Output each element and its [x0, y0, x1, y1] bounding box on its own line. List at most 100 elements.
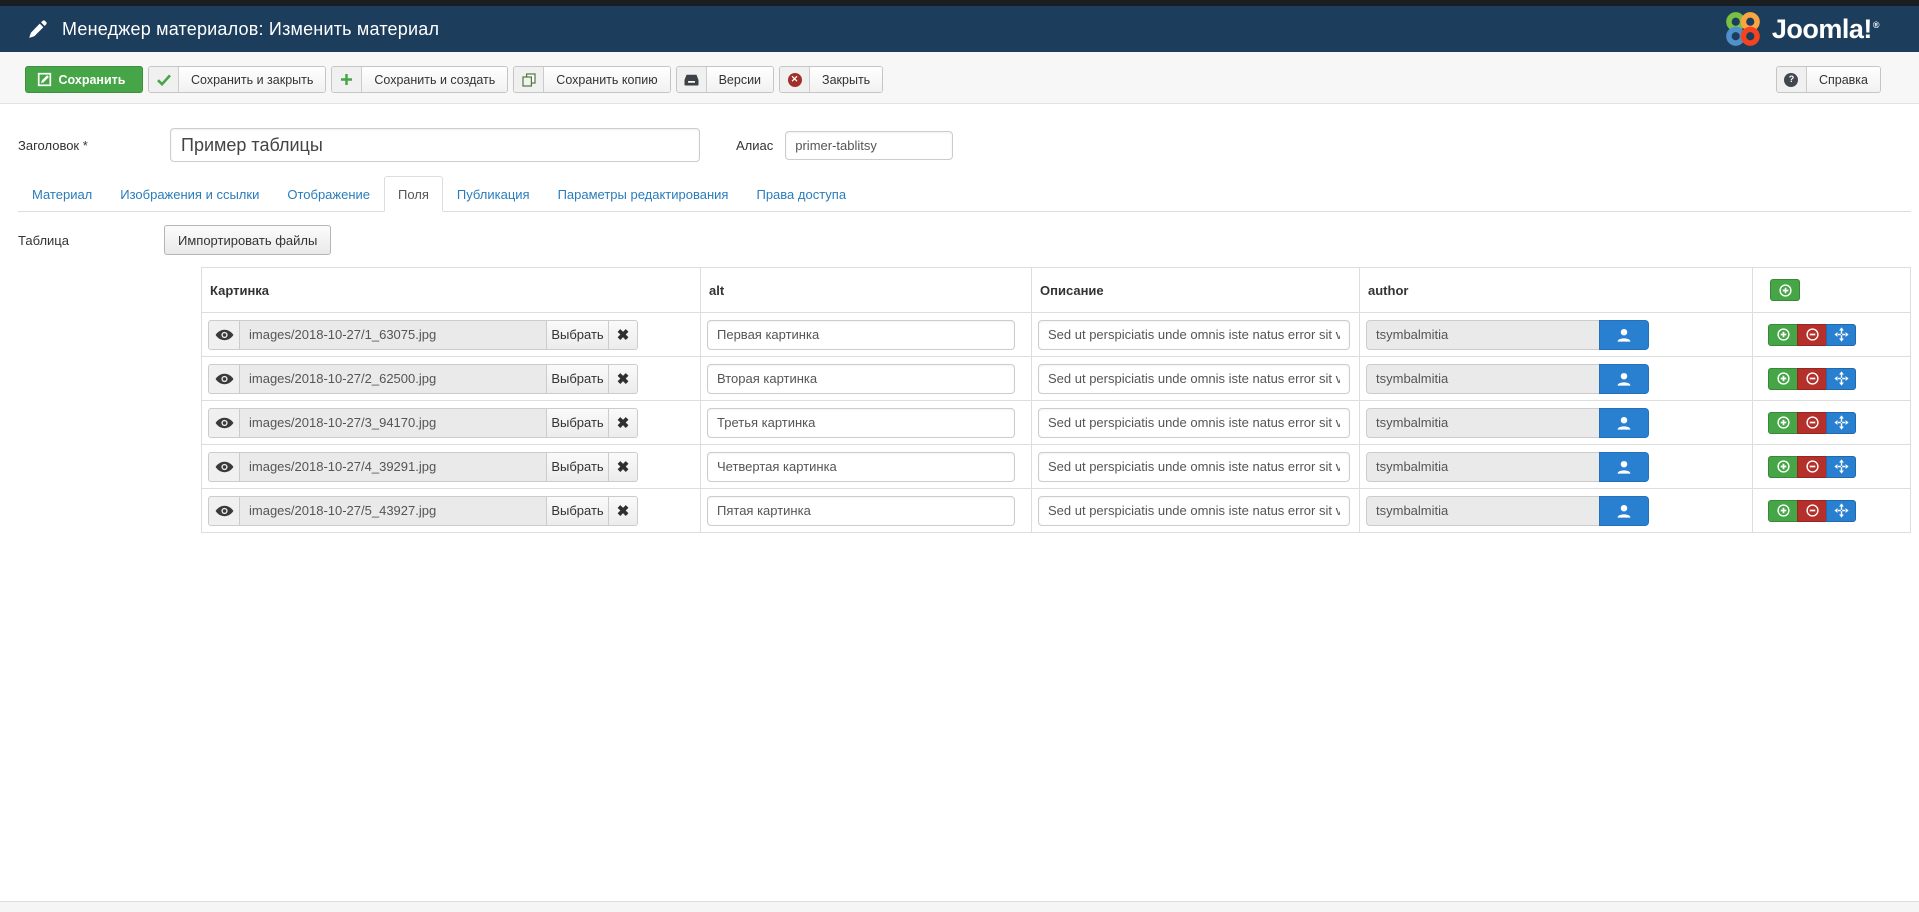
choose-image-button[interactable]: Выбрать	[546, 320, 609, 350]
add-row-button[interactable]	[1768, 412, 1798, 434]
versions-icon	[677, 67, 707, 92]
table-field-main: Импортировать файлы КартинкаaltОписаниеa…	[164, 225, 1911, 533]
pencil-icon	[28, 20, 47, 39]
preview-eye-button[interactable]	[208, 408, 240, 438]
move-row-handle[interactable]	[1826, 412, 1856, 434]
save-copy-button[interactable]: Сохранить копию	[513, 66, 670, 93]
joomla-logo: Joomla!®	[1723, 9, 1879, 49]
alt-input[interactable]	[707, 452, 1015, 482]
close-button[interactable]: ✕ Закрыть	[779, 66, 883, 93]
clear-image-button[interactable]: ✖	[608, 364, 638, 394]
title-label: Заголовок *	[18, 138, 147, 153]
versions-button[interactable]: Версии	[676, 66, 774, 93]
select-user-button[interactable]	[1599, 496, 1649, 526]
footer-strip	[0, 901, 1919, 912]
description-input[interactable]	[1038, 452, 1350, 482]
preview-eye-button[interactable]	[208, 364, 240, 394]
tab-7[interactable]: Права доступа	[742, 176, 860, 212]
image-path-input[interactable]	[239, 452, 547, 482]
save-button[interactable]: Сохранить	[25, 66, 143, 93]
select-user-button[interactable]	[1599, 452, 1649, 482]
move-row-handle[interactable]	[1826, 324, 1856, 346]
move-row-handle[interactable]	[1826, 456, 1856, 478]
column-header: Картинка	[202, 268, 701, 313]
save-close-button[interactable]: Сохранить и закрыть	[148, 66, 326, 93]
author-input[interactable]	[1366, 364, 1600, 394]
preview-eye-button[interactable]	[208, 452, 240, 482]
column-header: Описание	[1032, 268, 1360, 313]
page-title: Менеджер материалов: Изменить материал	[62, 19, 439, 40]
image-path-input[interactable]	[239, 364, 547, 394]
alias-input[interactable]	[785, 131, 953, 160]
description-input[interactable]	[1038, 408, 1350, 438]
alt-input[interactable]	[707, 364, 1015, 394]
subform-header-row: КартинкаaltОписаниеauthor	[202, 268, 1911, 313]
alt-cell	[701, 357, 1032, 401]
choose-image-button[interactable]: Выбрать	[546, 452, 609, 482]
alt-input[interactable]	[707, 496, 1015, 526]
save-new-button[interactable]: Сохранить и создать	[331, 66, 508, 93]
image-path-input[interactable]	[239, 496, 547, 526]
tab-2[interactable]: Изображения и ссылки	[106, 176, 273, 212]
remove-row-button[interactable]	[1797, 412, 1827, 434]
select-user-button[interactable]	[1599, 408, 1649, 438]
eye-icon	[215, 461, 234, 473]
image-cell: Выбрать ✖	[202, 401, 701, 445]
clear-image-button[interactable]: ✖	[608, 452, 638, 482]
clear-image-button[interactable]: ✖	[608, 496, 638, 526]
eye-icon	[215, 373, 234, 385]
alt-input[interactable]	[707, 408, 1015, 438]
remove-row-button[interactable]	[1797, 368, 1827, 390]
tab-5[interactable]: Публикация	[443, 176, 544, 212]
add-row-button[interactable]	[1770, 279, 1800, 301]
description-input[interactable]	[1038, 320, 1350, 350]
select-user-button[interactable]	[1599, 364, 1649, 394]
alt-cell	[701, 401, 1032, 445]
title-input[interactable]	[170, 128, 700, 162]
choose-image-button[interactable]: Выбрать	[546, 408, 609, 438]
clear-image-button[interactable]: ✖	[608, 320, 638, 350]
add-row-button[interactable]	[1768, 500, 1798, 522]
help-button[interactable]: ? Справка	[1776, 66, 1881, 93]
image-path-input[interactable]	[239, 408, 547, 438]
choose-image-button[interactable]: Выбрать	[546, 496, 609, 526]
preview-eye-button[interactable]	[208, 320, 240, 350]
clear-image-button[interactable]: ✖	[608, 408, 638, 438]
alt-input[interactable]	[707, 320, 1015, 350]
author-cell	[1360, 445, 1753, 489]
user-icon	[1616, 328, 1632, 342]
remove-row-button[interactable]	[1797, 456, 1827, 478]
description-cell	[1032, 445, 1360, 489]
select-user-button[interactable]	[1599, 320, 1649, 350]
tab-1[interactable]: Материал	[18, 176, 106, 212]
move-row-handle[interactable]	[1826, 368, 1856, 390]
choose-image-button[interactable]: Выбрать	[546, 364, 609, 394]
author-input[interactable]	[1366, 452, 1600, 482]
tab-4[interactable]: Поля	[384, 176, 443, 212]
move-row-handle[interactable]	[1826, 500, 1856, 522]
remove-row-button[interactable]	[1797, 500, 1827, 522]
tab-6[interactable]: Параметры редактирования	[544, 176, 743, 212]
author-input[interactable]	[1366, 496, 1600, 526]
table-row: Выбрать ✖	[202, 357, 1911, 401]
image-path-input[interactable]	[239, 320, 547, 350]
description-input[interactable]	[1038, 496, 1350, 526]
user-icon	[1616, 372, 1632, 386]
description-cell	[1032, 489, 1360, 533]
description-input[interactable]	[1038, 364, 1350, 394]
add-column-header	[1753, 268, 1911, 313]
table-field-label: Таблица	[18, 225, 164, 533]
author-input[interactable]	[1366, 320, 1600, 350]
eye-icon	[215, 329, 234, 341]
tab-3[interactable]: Отображение	[273, 176, 384, 212]
add-row-button[interactable]	[1768, 368, 1798, 390]
column-header: author	[1360, 268, 1753, 313]
description-cell	[1032, 313, 1360, 357]
preview-eye-button[interactable]	[208, 496, 240, 526]
add-row-button[interactable]	[1768, 456, 1798, 478]
author-input[interactable]	[1366, 408, 1600, 438]
remove-row-button[interactable]	[1797, 324, 1827, 346]
add-row-button[interactable]	[1768, 324, 1798, 346]
copy-icon	[514, 67, 544, 92]
import-files-button[interactable]: Импортировать файлы	[164, 225, 331, 255]
